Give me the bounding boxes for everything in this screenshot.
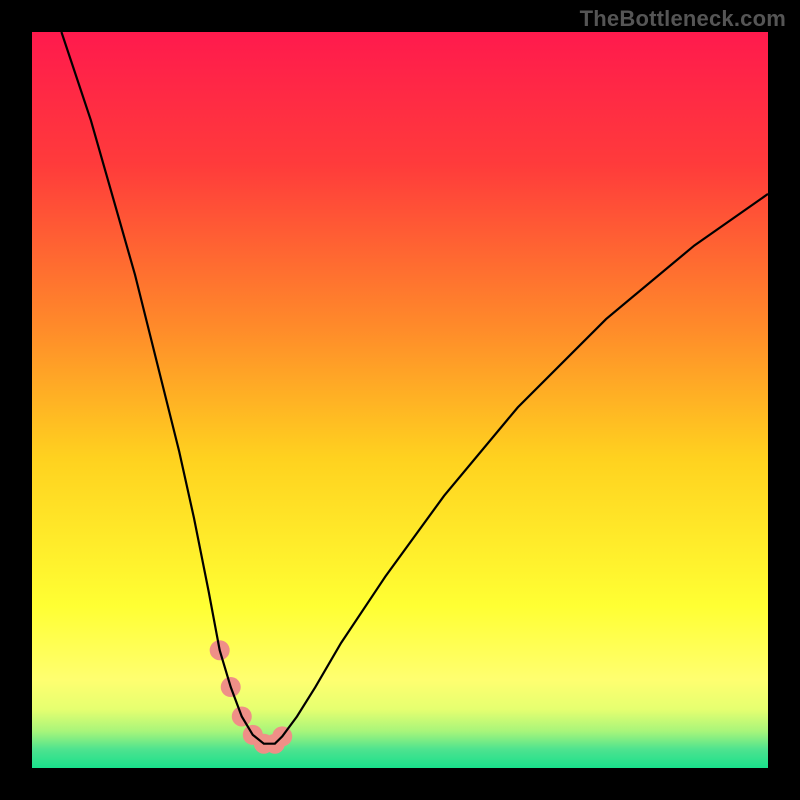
watermark-text: TheBottleneck.com	[580, 6, 786, 32]
chart-frame: TheBottleneck.com	[0, 0, 800, 800]
chart-svg	[32, 32, 768, 768]
chart-plot-area	[32, 32, 768, 768]
chart-background	[32, 32, 768, 768]
